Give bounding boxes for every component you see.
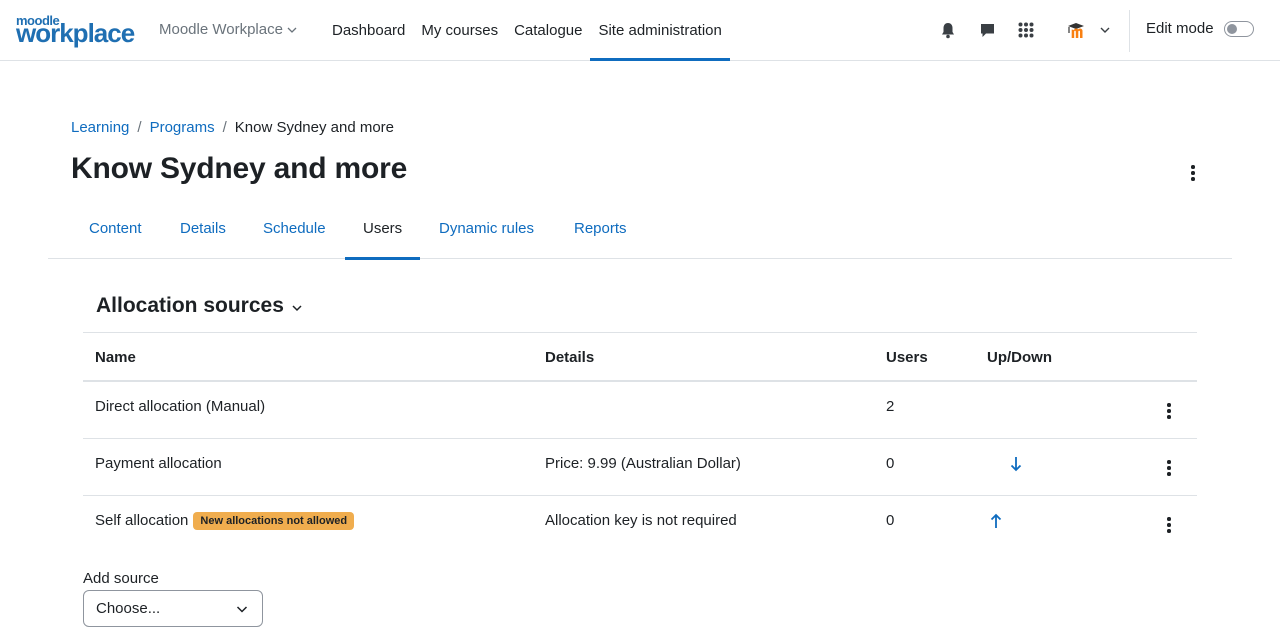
user-menu[interactable] — [1064, 18, 1110, 42]
moodle-workplace-logo[interactable]: moodle workplace — [16, 14, 135, 48]
table-row: Self allocation New allocations not allow… — [83, 496, 1197, 553]
table-header-row: Name Details Users Up/Down — [83, 333, 1197, 382]
messages-icon[interactable] — [977, 20, 997, 40]
edit-mode-toggle[interactable] — [1223, 20, 1254, 37]
breadcrumb-separator: / — [137, 119, 142, 136]
column-header-updown: Up/Down — [987, 349, 1052, 366]
tab-dynamic-rules[interactable]: Dynamic rules — [421, 198, 552, 259]
nav-item-catalogue[interactable]: Catalogue — [506, 0, 590, 61]
table-row: Direct allocation (Manual) 2 — [83, 382, 1197, 439]
breadcrumb-link-learning[interactable]: Learning — [71, 119, 129, 136]
notifications-bell-icon[interactable] — [938, 20, 958, 40]
add-source-selected-value: Choose... — [96, 600, 161, 617]
breadcrumb: Learning / Programs / Know Sydney and mo… — [71, 119, 394, 136]
source-name-cell: Self allocation New allocations not allow… — [95, 512, 355, 530]
source-details: Price: 9.99 (Australian Dollar) — [545, 455, 741, 472]
source-name: Self allocation — [95, 512, 189, 529]
site-switcher-label: Moodle Workplace — [159, 21, 283, 38]
move-up-arrow-icon[interactable] — [988, 512, 1004, 530]
source-users-count: 2 — [886, 398, 895, 415]
avatar — [1064, 18, 1092, 42]
program-tabs: Content Details Schedule Users Dynamic r… — [48, 198, 1232, 260]
row-actions-kebab-icon[interactable] — [1159, 515, 1179, 535]
row-actions-kebab-icon[interactable] — [1159, 458, 1179, 478]
tab-content[interactable]: Content — [71, 198, 160, 259]
source-name: Payment allocation — [95, 455, 222, 472]
tab-reports[interactable]: Reports — [556, 198, 645, 259]
breadcrumb-current: Know Sydney and more — [234, 119, 395, 136]
column-header-details: Details — [545, 349, 595, 366]
source-details: Allocation key is not required — [545, 512, 737, 529]
navbar-divider — [1129, 10, 1130, 52]
toggle-knob — [1226, 23, 1237, 34]
allocation-sources-table: Name Details Users Up/Down Direct alloca… — [83, 332, 1197, 553]
table-row: Payment allocation Price: 9.99 (Australi… — [83, 439, 1197, 496]
edit-mode-control: Edit mode — [1146, 20, 1254, 37]
status-badge: New allocations not allowed — [193, 512, 355, 530]
nav-item-dashboard[interactable]: Dashboard — [324, 0, 413, 61]
tab-schedule[interactable]: Schedule — [245, 198, 344, 259]
primary-navigation: Dashboard My courses Catalogue Site admi… — [324, 0, 731, 61]
chevron-down-icon — [287, 27, 297, 33]
tab-users[interactable]: Users — [345, 198, 421, 260]
source-name: Direct allocation (Manual) — [95, 398, 266, 415]
app-launcher-grid-icon[interactable] — [1016, 20, 1036, 40]
column-header-users: Users — [886, 349, 928, 366]
chevron-down-icon — [1100, 27, 1110, 33]
edit-mode-label: Edit mode — [1146, 20, 1214, 37]
source-users-count: 0 — [886, 455, 895, 472]
chevron-down-icon — [292, 305, 302, 312]
add-source-select[interactable]: Choose... — [83, 590, 263, 627]
breadcrumb-separator: / — [222, 119, 227, 136]
add-source-label: Add source — [83, 570, 159, 587]
allocation-sources-toggle[interactable]: Allocation sources — [96, 294, 302, 318]
section-title: Allocation sources — [96, 294, 284, 317]
page-title: Know Sydney and more — [71, 152, 408, 185]
row-actions-kebab-icon[interactable] — [1159, 401, 1179, 421]
top-navbar: moodle workplace Moodle Workplace Dashbo… — [0, 0, 1280, 61]
chevron-down-icon — [236, 605, 248, 613]
source-users-count: 0 — [886, 512, 895, 529]
tab-details[interactable]: Details — [162, 198, 244, 259]
breadcrumb-link-programs[interactable]: Programs — [150, 119, 215, 136]
column-header-name: Name — [95, 349, 136, 366]
page-actions-kebab-icon[interactable] — [1183, 163, 1203, 183]
nav-item-site-administration[interactable]: Site administration — [590, 0, 731, 61]
logo-text-bottom: workplace — [16, 18, 135, 48]
nav-item-my-courses[interactable]: My courses — [413, 0, 506, 61]
site-switcher[interactable]: Moodle Workplace — [159, 21, 297, 38]
move-down-arrow-icon[interactable] — [1008, 455, 1024, 473]
